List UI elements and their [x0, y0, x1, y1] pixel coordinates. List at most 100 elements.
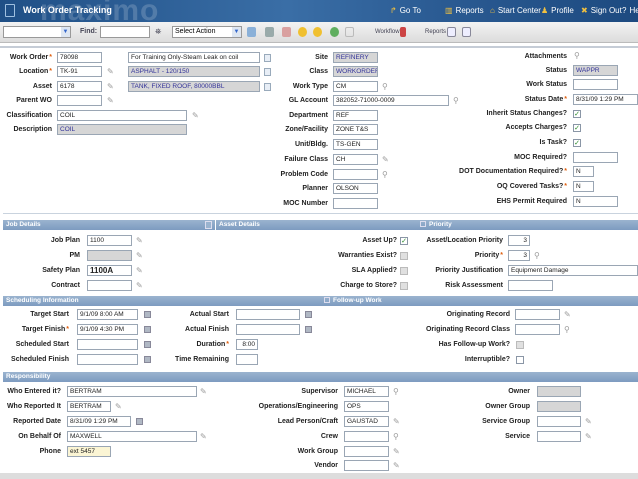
asset-input[interactable]: 6178 — [57, 81, 102, 92]
collapse-icon[interactable] — [420, 221, 426, 227]
supervisor-input[interactable]: MICHAEL — [344, 386, 389, 397]
risk-assessment-input[interactable] — [508, 280, 553, 291]
detail-menu-icon[interactable]: ✎ — [115, 401, 122, 413]
search-icon[interactable]: ⚲ — [393, 386, 399, 398]
calendar-icon[interactable] — [144, 311, 151, 318]
report-icon[interactable] — [447, 27, 456, 37]
search-icon[interactable]: ⚲ — [382, 169, 388, 181]
time-remaining-input[interactable] — [236, 354, 258, 365]
actual-finish-input[interactable] — [236, 324, 300, 335]
detail-menu-icon[interactable]: ✎ — [107, 81, 114, 93]
detail-menu-icon[interactable]: ✎ — [192, 110, 199, 122]
work-status-input[interactable] — [573, 79, 618, 90]
reported-date-input[interactable]: 8/31/09 1:29 PM — [67, 416, 131, 427]
query-select[interactable]: ▼ — [3, 26, 71, 38]
planner-input[interactable]: OLSON — [333, 183, 378, 194]
detail-menu-icon[interactable]: ✎ — [136, 265, 143, 277]
calendar-icon[interactable] — [144, 341, 151, 348]
lead-person-input[interactable]: GAUSTAD — [344, 416, 389, 427]
long-description-icon[interactable] — [264, 68, 271, 76]
detail-menu-icon[interactable]: ✎ — [200, 431, 207, 443]
scheduling-header[interactable]: Scheduling Information — [3, 296, 321, 306]
status-date-input[interactable]: 8/31/09 1:29 PM — [573, 94, 638, 105]
attachment-paperclip-icon[interactable]: ⚲ — [574, 50, 580, 62]
collapse-icon[interactable] — [324, 297, 330, 303]
search-icon[interactable]: ⚲ — [534, 250, 540, 262]
binoculars-icon[interactable]: ⛯ — [155, 27, 161, 37]
on-behalf-of-input[interactable]: MAXWELL — [67, 431, 197, 442]
gl-account-input[interactable]: 382052-71000-0009 — [333, 95, 449, 106]
search-icon[interactable]: ⚲ — [382, 81, 388, 93]
moc-number-input[interactable] — [333, 198, 378, 209]
change-status-icon[interactable] — [330, 27, 339, 37]
originating-record-class-input[interactable] — [515, 324, 560, 335]
is-task-checkbox[interactable]: ✓ — [573, 139, 581, 147]
nav-profile[interactable]: ♟Profile — [541, 6, 574, 15]
long-description-icon[interactable] — [264, 83, 271, 91]
problem-code-input[interactable] — [333, 169, 378, 180]
detail-menu-icon[interactable]: ✎ — [107, 66, 114, 78]
find-input[interactable] — [100, 26, 150, 38]
detail-menu-icon[interactable]: ✎ — [393, 446, 400, 458]
detail-menu-icon[interactable]: ✎ — [585, 431, 592, 443]
department-input[interactable]: REF — [333, 110, 378, 121]
search-icon[interactable]: ⚲ — [564, 324, 570, 336]
work-group-input[interactable] — [344, 446, 389, 457]
detail-menu-icon[interactable]: ✎ — [136, 235, 143, 247]
report-icon-2[interactable] — [462, 27, 471, 37]
who-reported-input[interactable]: BERTRAM — [67, 401, 111, 412]
nav-help[interactable]: ?Help — [622, 6, 638, 15]
detail-menu-icon[interactable]: ✎ — [136, 280, 143, 292]
detail-menu-icon[interactable]: ✎ — [564, 309, 571, 321]
asset-up-checkbox[interactable]: ✓ — [400, 237, 408, 245]
calendar-icon[interactable] — [305, 326, 312, 333]
detail-menu-icon[interactable]: ✎ — [107, 95, 114, 107]
previous-record-icon[interactable] — [298, 27, 307, 37]
contract-input[interactable] — [87, 280, 132, 291]
detail-menu-icon[interactable]: ✎ — [200, 386, 207, 398]
detail-menu-icon[interactable]: ✎ — [382, 154, 389, 166]
asset-location-priority-input[interactable]: 3 — [508, 235, 530, 246]
service-input[interactable] — [537, 431, 581, 442]
calendar-icon[interactable] — [144, 356, 151, 363]
work-order-input[interactable]: 78098 — [57, 52, 102, 63]
calendar-icon[interactable] — [144, 326, 151, 333]
unit-bldg-input[interactable]: TS-GEN — [333, 139, 378, 150]
inherit-status-checkbox[interactable]: ✓ — [573, 110, 581, 118]
service-group-input[interactable] — [537, 416, 581, 427]
ehs-permit-input[interactable]: N — [573, 196, 618, 207]
location-input[interactable]: TK-91 — [57, 66, 102, 77]
oq-covered-input[interactable]: N — [573, 181, 594, 192]
work-order-description-input[interactable]: For Training Only-Steam Leak on coil — [128, 52, 260, 63]
route-icon[interactable] — [345, 27, 354, 37]
nav-start-center[interactable]: ⌂Start Center — [490, 6, 541, 15]
scheduled-start-input[interactable] — [77, 339, 138, 350]
search-icon[interactable]: ⚲ — [393, 431, 399, 443]
phone-input[interactable]: ext 5457 — [67, 446, 111, 457]
nav-sign-out[interactable]: ✖Sign Out — [581, 6, 622, 15]
workflow-icon[interactable] — [400, 27, 406, 37]
safety-plan-input[interactable]: 1100A — [87, 265, 132, 276]
select-action-dropdown[interactable]: Select Action▼ — [172, 26, 242, 38]
scheduled-finish-input[interactable] — [77, 354, 138, 365]
long-description-icon[interactable] — [264, 54, 271, 62]
originating-record-input[interactable] — [515, 309, 560, 320]
clear-icon[interactable] — [282, 27, 291, 37]
job-plan-input[interactable]: 1100 — [87, 235, 132, 246]
crew-input[interactable] — [344, 431, 389, 442]
work-type-input[interactable]: CM — [333, 81, 378, 92]
duration-input[interactable]: 8:00 — [236, 339, 258, 350]
operations-engineering-input[interactable]: OPS — [344, 401, 389, 412]
asset-details-header[interactable]: Asset Details — [216, 220, 426, 230]
failure-class-input[interactable]: CH — [333, 154, 378, 165]
vendor-input[interactable] — [344, 460, 389, 471]
priority-header[interactable]: Priority — [417, 220, 638, 230]
collapse-icon[interactable] — [205, 221, 212, 229]
responsibility-header[interactable]: Responsibility — [3, 372, 638, 382]
nav-reports[interactable]: ▥Reports — [445, 6, 484, 15]
detail-menu-icon[interactable]: ✎ — [393, 416, 400, 428]
next-record-icon[interactable] — [313, 27, 322, 37]
search-icon[interactable]: ⚲ — [453, 95, 459, 107]
calendar-icon[interactable] — [305, 311, 312, 318]
target-start-input[interactable]: 9/1/09 8:00 AM — [77, 309, 138, 320]
